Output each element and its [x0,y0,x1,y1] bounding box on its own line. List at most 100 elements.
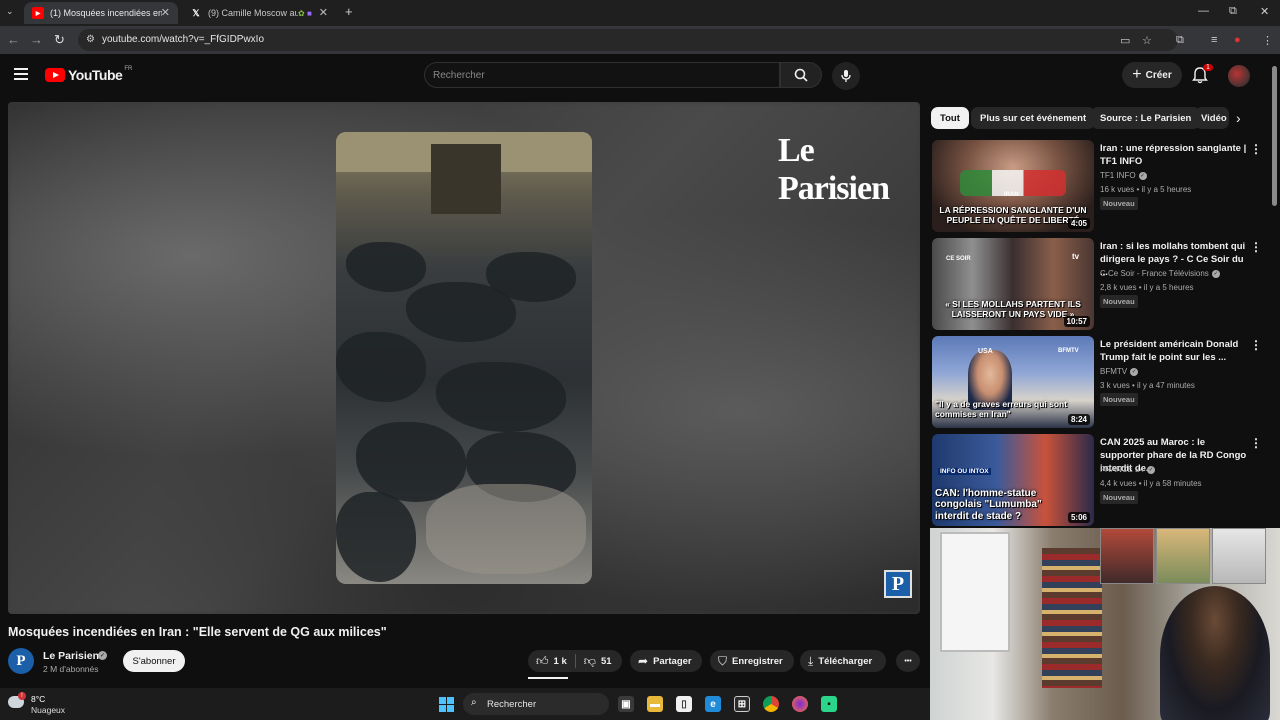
edge-icon[interactable]: e [705,696,721,712]
duration-badge: 5:06 [1067,512,1090,523]
thumb-tag: BFMTV [1058,348,1079,354]
chip-all[interactable]: Tout [931,107,969,129]
thumbnail-caption: CAN: l'homme-statue congolais "Lumumba" … [935,487,1042,522]
microphone-icon [841,70,851,82]
tab-x[interactable]: 𝕏 (9) Camille Moscow au ✿ ■ ✕ [182,2,336,24]
close-tab-icon[interactable]: ✕ [161,6,170,19]
extensions-icon[interactable]: ⧉ [1176,34,1184,47]
x-icon: 𝕏 [192,7,200,18]
voice-search-button[interactable] [832,62,860,90]
rec-menu-icon[interactable]: ⋮ [1250,436,1262,450]
browser-menu-icon[interactable]: ⋮ [1262,34,1273,47]
user-avatar[interactable] [1228,65,1250,87]
video-title: Mosquées incendiées en Iran : "Elle serv… [8,625,387,639]
search-icon: ⌕ [471,697,477,708]
video-player[interactable]: Le Parisien P [8,102,920,614]
browser-tab-bar: ⌄ ▶ (1) Mosquées incendiées en Ira ✕ 𝕏 (… [0,0,1280,26]
weather-condition: Nuageux [31,705,66,715]
new-badge: Nouveau [1100,393,1138,406]
channel-name[interactable]: Le Parisien [43,650,99,662]
close-window-icon[interactable]: ✕ [1260,5,1269,18]
chrome-icon[interactable] [763,696,779,712]
poster [1156,528,1210,584]
chip-source[interactable]: Source : Le Parisien [1091,107,1201,129]
new-tab-button[interactable]: + [345,4,353,19]
youtube-play-icon [45,68,65,82]
video-thumbnail[interactable]: CE SOIR tv « SI LES MOLLAHS PARTENT ILS … [932,238,1094,330]
like-button[interactable]: 👍︎ 1 k [528,654,567,669]
address-bar[interactable]: ⚙ youtube.com/watch?v=_FfGIDPwxIo [78,29,1178,51]
video-frame [336,132,592,584]
rec-meta: 3 k vues • il y a 47 minutes [1100,381,1195,390]
download-button[interactable]: ⤓ Télécharger [800,650,886,672]
chevron-right-icon[interactable]: › [1236,110,1241,126]
cast-icon[interactable]: ▭ [1120,34,1130,47]
rec-channel[interactable]: C Ce Soir - France Télévisions ✓ [1100,269,1220,278]
url-text: youtube.com/watch?v=_FfGIDPwxIo [102,34,265,45]
share-button[interactable]: ➦ Partager [630,650,702,672]
bookmark-star-icon[interactable]: ☆ [1142,34,1152,47]
youtube-logo[interactable]: YouTube FR [45,66,132,83]
store-icon[interactable]: ⊞ [734,696,750,712]
profile-icon[interactable]: ● [1234,34,1241,46]
rec-title[interactable]: Iran : une répression sanglante | TF1 IN… [1100,142,1248,168]
recommendation-item[interactable]: IRAN LA RÉPRESSION SANGLANTE D'UN PEUPLE… [932,140,1272,234]
channel-avatar[interactable]: P [8,648,34,674]
search-input[interactable]: Rechercher [424,62,780,88]
recommendation-item[interactable]: USA BFMTV "Il y a de graves erreurs qui … [932,336,1272,430]
rec-channel[interactable]: TF1 INFO ✓ [1100,171,1147,180]
minimize-icon[interactable]: — [1198,5,1209,17]
like-highlight [528,677,568,679]
webcam-overlay [930,528,1280,720]
app-icon[interactable]: ▪ [821,696,837,712]
rec-channel[interactable]: BFMTV ✓ [1100,367,1139,376]
download-icon: ⤓ [808,653,814,668]
taskbar-search[interactable]: ⌕ Rechercher [463,693,609,715]
rec-menu-icon[interactable]: ⋮ [1250,338,1262,352]
share-icon: ➦ [638,654,649,668]
restore-icon[interactable]: ⧉ [1229,5,1237,18]
shape [436,362,566,432]
tab-youtube[interactable]: ▶ (1) Mosquées incendiées en Ira ✕ [24,2,178,24]
tab-search-chevron-icon[interactable]: ⌄ [6,6,14,17]
video-thumbnail[interactable]: IRAN LA RÉPRESSION SANGLANTE D'UN PEUPLE… [932,140,1094,232]
thumbs-down-icon: 👎︎ [583,653,596,668]
recommendation-item[interactable]: CE SOIR tv « SI LES MOLLAHS PARTENT ILS … [932,238,1272,332]
subscribe-button[interactable]: S'abonner [123,650,185,672]
tab-search-icon[interactable]: ≡ [1211,34,1217,46]
weather-widget[interactable]: ! 8°C Nuageux [8,692,78,716]
windows-start-icon[interactable] [439,697,454,712]
scrollbar[interactable] [1272,66,1277,206]
dislike-button[interactable]: 👎︎ 51 [584,654,612,669]
video-thumbnail[interactable]: USA BFMTV "Il y a de graves erreurs qui … [932,336,1094,428]
rec-menu-icon[interactable]: ⋮ [1250,240,1262,254]
forward-icon[interactable]: → [30,32,43,47]
notepad-icon[interactable]: ▯ [676,696,692,712]
notifications-button[interactable]: 1 [1192,64,1213,86]
reload-icon[interactable]: ↻ [54,32,65,48]
verified-icon: ✓ [1147,465,1156,474]
shape [346,242,426,292]
site-info-icon[interactable]: ⚙ [86,34,95,45]
more-actions-button[interactable]: ••• [896,650,920,672]
menu-icon[interactable] [14,68,28,80]
chip-video[interactable]: Vidéo [1195,107,1229,129]
le-parisien-corner-logo: P [884,570,912,598]
rec-channel[interactable]: FRANCE 24 ✓ [1100,465,1156,474]
create-button[interactable]: + Créer [1122,62,1182,88]
firefox-icon[interactable] [792,696,808,712]
file-explorer-icon[interactable]: ▬ [647,696,663,712]
rec-title[interactable]: Le président américain Donald Trump fait… [1100,338,1248,364]
verified-icon: ✓ [1138,171,1147,180]
close-tab-icon[interactable]: ✕ [319,6,328,19]
search-button[interactable] [780,62,822,88]
rec-meta: 16 k vues • il y a 5 heures [1100,185,1192,194]
back-icon[interactable]: ← [7,32,20,47]
rec-menu-icon[interactable]: ⋮ [1250,142,1262,156]
recommendation-item[interactable]: INFO OU INTOX CAN: l'homme-statue congol… [932,434,1272,528]
video-thumbnail[interactable]: INFO OU INTOX CAN: l'homme-statue congol… [932,434,1094,526]
notification-badge: 1 [1203,64,1213,71]
save-button[interactable]: ⛉ Enregistrer [710,650,794,672]
chip-more-event[interactable]: Plus sur cet événement [971,107,1096,129]
task-view-icon[interactable]: ▣ [618,696,634,712]
